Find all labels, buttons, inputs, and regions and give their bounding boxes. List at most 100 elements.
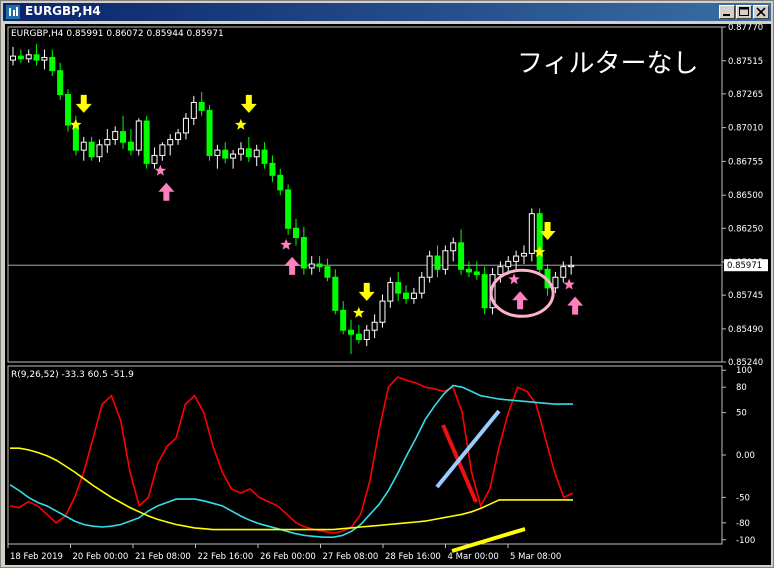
time-tick-label: 4 Mar 00:00	[448, 552, 499, 562]
candle-body	[465, 268, 472, 273]
candle-body	[96, 144, 103, 158]
time-tick-label: 20 Feb 00:00	[73, 552, 129, 562]
sell-arrow-icon	[358, 282, 375, 301]
candle-body	[49, 56, 56, 72]
chart-window-icon	[6, 5, 20, 19]
candle-body	[348, 329, 355, 335]
minimize-button[interactable]	[719, 5, 735, 19]
candle-body	[426, 255, 433, 278]
price-tick-label: 0.87770	[728, 24, 763, 33]
candle-body	[340, 309, 347, 331]
price-tick-label: 0.86755	[728, 157, 763, 167]
annotation-blue-slash	[435, 409, 501, 489]
chart-area[interactable]: 0.87770 0.87515 0.87265 0.87010 0.86755 0.865…	[5, 24, 771, 565]
candle-body	[395, 282, 402, 294]
candle-body	[308, 263, 315, 269]
candle-body	[41, 56, 48, 61]
buy-star-icon	[154, 164, 167, 176]
candle-body	[167, 139, 174, 146]
time-tick-label: 21 Feb 08:00	[135, 552, 191, 562]
time-tick-label: 18 Feb 2019	[10, 552, 63, 562]
candle-body	[104, 139, 111, 146]
indicator-header: R(9,26,52) -33.3 60.5 -51.9	[11, 370, 134, 380]
candle-body	[253, 149, 260, 158]
candle-body	[568, 264, 575, 268]
mt4-chart-window: EURGBP,H4 0.87770 0.87515 0.87265 0.87010 0.…	[0, 0, 774, 568]
candle-body	[513, 255, 520, 262]
indicator-tick-label: -80	[736, 519, 750, 529]
price-tick-label: 0.85745	[728, 291, 763, 301]
candle-body	[222, 149, 229, 159]
buy-arrow-icon	[567, 296, 584, 315]
candle-body	[25, 54, 32, 60]
candle-body	[355, 333, 362, 340]
candle-body	[458, 242, 465, 270]
close-button[interactable]	[753, 5, 769, 19]
candle-body	[269, 162, 276, 176]
candle-body	[65, 94, 72, 126]
candle-body	[159, 144, 166, 156]
candle-body	[261, 149, 268, 164]
candle-body	[17, 55, 24, 60]
sell-arrow-icon	[75, 94, 92, 113]
annotation-yellow-slash	[451, 527, 526, 553]
candle-body	[520, 252, 527, 257]
candle-body	[135, 120, 142, 151]
indicator-tick-label: 0.00	[736, 451, 755, 461]
time-tick-label: 22 Feb 16:00	[198, 552, 254, 562]
chart-canvas[interactable]: 0.87770 0.87515 0.87265 0.87010 0.86755 0.865…	[5, 24, 771, 565]
price-tick-label: 0.86500	[728, 191, 763, 201]
candle-body	[293, 227, 299, 239]
candle-body	[324, 266, 331, 278]
candle-body	[418, 276, 425, 294]
annotation-red-slash	[441, 424, 478, 503]
candle-body	[481, 274, 488, 309]
main-chart-header: EURGBP,H4 0.85991 0.86072 0.85944 0.8597…	[11, 29, 224, 39]
candle-body	[80, 141, 87, 151]
candle-body	[190, 101, 197, 119]
candle-body	[127, 141, 134, 151]
indicator-tick-label: -50	[736, 493, 750, 503]
current-price-label: 0.85971	[727, 261, 762, 271]
candle-body	[285, 189, 292, 229]
candle-body	[528, 213, 535, 254]
candle-body	[552, 276, 559, 289]
candle-body	[175, 132, 182, 141]
indicator-tick-label: 80	[736, 383, 747, 393]
buy-star-icon	[280, 238, 292, 250]
indicator-tick-label: 50	[736, 409, 747, 419]
candle-body	[316, 263, 323, 268]
candle-body	[505, 260, 512, 268]
maximize-button[interactable]	[736, 5, 752, 19]
indicator-plot-frame	[7, 365, 723, 545]
candle-body	[277, 174, 284, 191]
buy-arrow-icon	[158, 182, 175, 201]
window-title: EURGBP,H4	[25, 4, 101, 18]
candle-body	[497, 266, 504, 276]
close-icon	[756, 7, 766, 17]
price-tick-label: 0.86250	[728, 224, 763, 234]
window-titlebar[interactable]: EURGBP,H4	[3, 3, 771, 21]
sell-star-icon	[235, 118, 247, 130]
price-tick-label: 0.87010	[728, 124, 763, 134]
candle-body	[434, 255, 441, 270]
candle-body	[182, 117, 189, 134]
candlestick-series	[10, 44, 575, 355]
candle-body	[536, 213, 543, 270]
candle-body	[379, 300, 386, 323]
candle-body	[560, 266, 567, 278]
price-tick-label: 0.87265	[728, 90, 763, 100]
indicator-line-2	[10, 447, 573, 531]
candle-body	[450, 242, 457, 252]
highlight-circle	[489, 268, 555, 318]
candle-body	[230, 153, 237, 159]
minimize-icon	[723, 14, 730, 16]
candle-body	[300, 237, 307, 269]
indicator-tick-label: 100	[736, 366, 752, 376]
buy-star-icon	[508, 273, 520, 285]
candle-body	[143, 120, 150, 164]
candle-body	[120, 131, 127, 143]
candle-body	[245, 148, 252, 158]
candle-body	[112, 131, 119, 141]
candle-body	[10, 55, 16, 61]
